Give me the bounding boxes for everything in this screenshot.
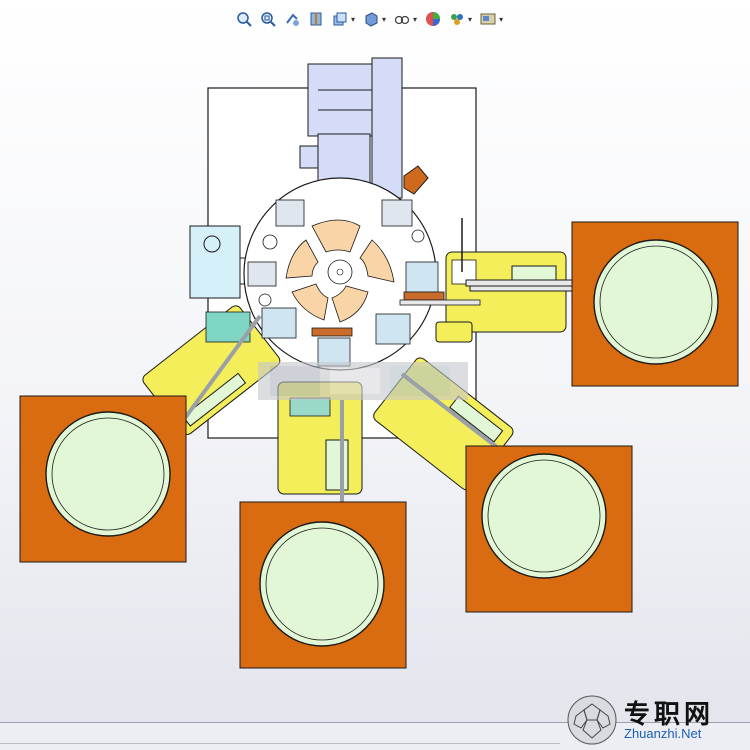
view-settings-icon — [480, 13, 496, 25]
section-view-button[interactable] — [306, 9, 326, 29]
bowl-feeder-left[interactable] — [19, 395, 187, 563]
chevron-down-icon[interactable]: ▾ — [413, 15, 417, 24]
edit-appearance-button[interactable] — [423, 9, 443, 29]
hide-show-items-icon — [394, 15, 410, 25]
bowl-feeder-right[interactable] — [571, 221, 739, 387]
view-settings-button[interactable] — [478, 9, 498, 29]
chevron-down-icon[interactable]: ▾ — [382, 15, 386, 24]
chevron-down-icon[interactable]: ▾ — [468, 15, 472, 24]
section-view-icon — [310, 12, 322, 26]
site-watermark: 专职网 Zhuanzhi.Net — [564, 694, 744, 746]
chevron-down-icon[interactable]: ▾ — [351, 15, 355, 24]
graphics-viewport[interactable]: ▾ ▾ ▾ ▾ ▾ 专职网 Zhuanzhi.Net — [0, 0, 750, 750]
display-style-icon — [365, 12, 378, 27]
display-style-button[interactable] — [361, 9, 381, 29]
view-orientation-button[interactable] — [330, 9, 350, 29]
cad-assembly-drawing[interactable] — [0, 0, 750, 750]
heads-up-view-toolbar: ▾ ▾ ▾ ▾ ▾ — [234, 6, 505, 32]
previous-view-icon — [286, 13, 299, 26]
zoom-to-fit-button[interactable] — [234, 9, 254, 29]
status-bar-field — [0, 729, 560, 744]
globe-logo-icon — [567, 695, 617, 745]
apply-scene-button[interactable] — [447, 9, 467, 29]
feeder-side-bracket[interactable] — [435, 321, 473, 343]
view-orientation-icon — [333, 12, 347, 26]
zoom-to-area-button[interactable] — [258, 9, 278, 29]
bowl-feeder-bottom[interactable] — [239, 501, 407, 669]
bowl-feeder-bottom-right[interactable] — [465, 445, 633, 613]
blurred-region — [258, 362, 468, 400]
hide-show-items-button[interactable] — [392, 9, 412, 29]
apply-scene-icon — [451, 14, 464, 25]
zoom-to-area-icon — [261, 12, 276, 27]
previous-view-button[interactable] — [282, 9, 302, 29]
chevron-down-icon[interactable]: ▾ — [499, 15, 503, 24]
edit-appearance-icon — [426, 12, 441, 26]
zoom-to-fit-icon — [237, 12, 252, 27]
watermark-site-url: Zhuanzhi.Net — [624, 726, 702, 741]
